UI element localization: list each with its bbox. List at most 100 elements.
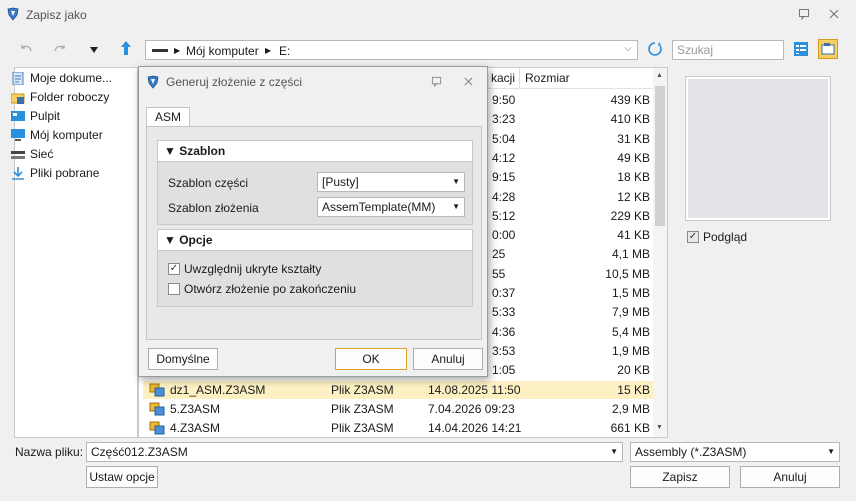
scroll-up-icon[interactable]: ▲ xyxy=(656,72,663,79)
tab-asm[interactable]: ASM xyxy=(146,107,190,127)
preview-label: Podgląd xyxy=(703,230,748,244)
defaults-button[interactable]: Domyślne xyxy=(148,348,218,370)
assembly-file-icon xyxy=(149,383,165,397)
ok-button[interactable]: OK xyxy=(335,348,407,370)
file-date: 14.08.2025 11:50 xyxy=(428,383,521,397)
refresh-button[interactable] xyxy=(646,40,666,60)
assembly-template-label: Szablon złożenia xyxy=(168,201,259,215)
assembly-file-icon xyxy=(149,421,165,435)
sidebar-item-downloads[interactable]: Pliki pobrane xyxy=(12,166,100,184)
file-size: 661 KB xyxy=(610,421,650,435)
section-options-title: Opcje xyxy=(179,233,213,247)
file-size-partial: 7,9 MB xyxy=(611,305,650,320)
file-size: 15 KB xyxy=(617,383,650,397)
file-size-partial: 18 KB xyxy=(617,170,650,185)
assembly-file-icon xyxy=(149,402,165,416)
dialog-help-button[interactable] xyxy=(431,76,442,90)
breadcrumb-drive[interactable]: E: xyxy=(279,44,290,58)
section-options-body xyxy=(157,251,473,307)
caret-down-icon[interactable]: ▼ xyxy=(452,198,460,216)
filename-input[interactable]: Część012.Z3ASM ▼ xyxy=(86,442,623,462)
address-bar[interactable]: ▶ Mój komputer ▶ E: ⌵ xyxy=(145,40,638,60)
caret-down-icon[interactable]: ▼ xyxy=(827,443,835,461)
assembly-template-value: AssemTemplate(MM) xyxy=(322,200,436,214)
file-time-partial: 55 xyxy=(492,266,506,281)
computer-icon xyxy=(11,129,25,141)
list-view-icon xyxy=(794,42,808,56)
chevron-right-icon: ▶ xyxy=(174,46,181,55)
caret-down-icon xyxy=(90,47,98,53)
file-size-partial: 49 KB xyxy=(617,150,650,165)
chat-icon xyxy=(799,9,809,21)
file-size-partial: 410 KB xyxy=(610,112,650,127)
filetype-select[interactable]: Assembly (*.Z3ASM) ▼ xyxy=(630,442,840,462)
caret-down-icon[interactable]: ▼ xyxy=(610,443,618,461)
column-header-size[interactable]: Rozmiar xyxy=(525,68,570,88)
preview-checkbox[interactable]: ✓ xyxy=(687,231,699,243)
view-mode-button[interactable] xyxy=(793,41,809,57)
file-time-partial: 25 xyxy=(492,247,506,262)
sidebar-item-my-computer[interactable]: Mój komputer xyxy=(11,128,103,146)
collapse-icon: ▼ xyxy=(164,144,180,158)
new-folder-button[interactable] xyxy=(818,39,838,59)
sidebar-item-label: Sieć xyxy=(30,147,54,161)
table-row[interactable]: 5.Z3ASM Plik Z3ASM 7.04.2026 09:23 2,9 M… xyxy=(143,400,653,418)
sidebar-item-label: Folder roboczy xyxy=(30,90,110,104)
section-template-header[interactable]: ▼ Szablon xyxy=(157,140,473,162)
chevron-down-icon[interactable]: ⌵ xyxy=(624,43,632,54)
file-time-partial: 5:33 xyxy=(492,305,516,320)
caret-down-icon[interactable]: ▼ xyxy=(452,173,460,191)
table-row[interactable]: dz1_ASM.Z3ASM Plik Z3ASM 14.08.2025 11:5… xyxy=(143,381,653,399)
scroll-down-icon[interactable]: ▼ xyxy=(656,424,663,431)
filename-label: Nazwa pliku: xyxy=(15,445,84,459)
file-size-partial: 10,5 MB xyxy=(605,266,650,281)
save-button[interactable]: Zapisz xyxy=(630,466,730,488)
search-input[interactable]: Szukaj xyxy=(672,40,784,60)
column-header-modified[interactable]: kacji xyxy=(491,68,520,88)
set-options-button[interactable]: Ustaw opcje xyxy=(86,466,158,488)
file-time-partial: 5:04 xyxy=(492,131,516,146)
sidebar-item-work-folder[interactable]: Folder roboczy xyxy=(11,90,110,108)
refresh-icon xyxy=(648,42,662,56)
file-size: 2,9 MB xyxy=(611,402,650,416)
breadcrumb-my-computer[interactable]: Mój komputer xyxy=(186,44,259,58)
section-options-header[interactable]: ▼ Opcje xyxy=(157,229,473,251)
file-time-partial: 3:23 xyxy=(492,112,516,127)
redo-button[interactable] xyxy=(50,40,70,60)
open-after-label: Otwórz złożenie po zakończeniu xyxy=(184,282,357,296)
dialog-close-button[interactable] xyxy=(463,76,474,90)
dialog-cancel-button[interactable]: Anuluj xyxy=(413,348,483,370)
window-title: Zapisz jako xyxy=(26,8,87,22)
file-time-partial: 1:05 xyxy=(492,363,516,378)
back-arrow-icon xyxy=(21,45,32,52)
up-folder-button[interactable] xyxy=(116,40,136,60)
open-after-checkbox[interactable] xyxy=(168,283,180,295)
part-template-select[interactable]: [Pusty] ▼ xyxy=(317,172,465,192)
file-name: 4.Z3ASM xyxy=(170,421,221,435)
sidebar-item-label: Pliki pobrane xyxy=(30,166,100,180)
scrollbar-thumb[interactable] xyxy=(655,86,665,226)
sidebar-item-desktop[interactable]: Pulpit xyxy=(11,109,61,127)
file-type: Plik Z3ASM xyxy=(331,421,394,435)
undo-button[interactable] xyxy=(16,40,36,60)
file-size-partial: 41 KB xyxy=(617,228,650,243)
include-hidden-label: Uwzględnij ukryte kształty xyxy=(184,262,322,276)
include-hidden-checkbox[interactable]: ✓ xyxy=(168,263,180,275)
close-button[interactable] xyxy=(823,6,845,26)
file-size-partial: 1,5 MB xyxy=(611,286,650,300)
sidebar-item-label: Pulpit xyxy=(30,109,61,123)
vertical-scrollbar[interactable]: ▲ ▼ xyxy=(653,68,667,437)
table-row[interactable]: 4.Z3ASM Plik Z3ASM 14.04.2026 14:21 661 … xyxy=(143,419,653,437)
sidebar-item-documents[interactable]: Moje dokume... xyxy=(12,71,112,89)
history-dropdown[interactable] xyxy=(84,40,104,60)
file-size-partial: 439 KB xyxy=(610,93,650,107)
help-button[interactable] xyxy=(793,6,815,26)
drive-icon xyxy=(152,49,168,52)
part-template-label: Szablon części xyxy=(168,176,249,190)
cancel-button[interactable]: Anuluj xyxy=(740,466,840,488)
file-time-partial: 4:28 xyxy=(492,189,516,204)
assembly-template-select[interactable]: AssemTemplate(MM) ▼ xyxy=(317,197,465,217)
file-date: 7.04.2026 09:23 xyxy=(428,402,515,416)
sidebar-item-network[interactable]: Sieć xyxy=(11,147,54,165)
file-name: 5.Z3ASM xyxy=(170,402,221,416)
